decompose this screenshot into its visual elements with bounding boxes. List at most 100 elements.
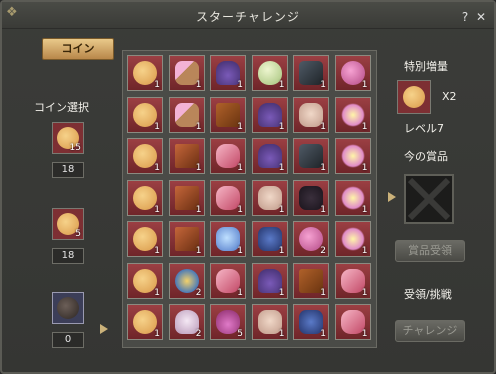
- claim-prize-button[interactable]: 賞品受領: [395, 240, 465, 262]
- dark-coin-icon: [57, 297, 79, 319]
- grid-cell-2-3[interactable]: 1: [251, 138, 288, 174]
- item-count: 1: [320, 204, 326, 215]
- grid-cell-6-0[interactable]: 1: [127, 304, 163, 340]
- help-button[interactable]: ?: [458, 10, 472, 24]
- item-count: 1: [154, 121, 160, 132]
- grid-cell-3-3[interactable]: 1: [251, 179, 288, 216]
- grid-cell-5-3[interactable]: 1: [251, 262, 288, 299]
- tab-coin[interactable]: コイン: [42, 38, 114, 60]
- coin-count-2: 18: [52, 248, 84, 264]
- item-count: 1: [361, 121, 368, 132]
- grid-cell-0-0[interactable]: 1: [127, 55, 163, 91]
- item-count: 1: [237, 121, 243, 132]
- arrow-right-icon: [100, 324, 108, 334]
- item-count: 1: [195, 163, 202, 173]
- grid-cell-4-1[interactable]: 1: [168, 221, 205, 257]
- item-count: 1: [361, 80, 368, 90]
- grid-cell-6-1[interactable]: 2: [168, 304, 205, 340]
- grid-cell-1-1[interactable]: 1: [168, 96, 205, 133]
- item-count: 1: [154, 329, 160, 339]
- arrow-right-icon: [388, 192, 396, 202]
- grid-cell-5-2[interactable]: 1: [210, 262, 246, 299]
- item-count: 1: [154, 163, 160, 173]
- grid-cell-0-4[interactable]: 1: [293, 55, 329, 91]
- grid-cell-2-2[interactable]: 1: [210, 138, 246, 174]
- item-count: 2: [320, 246, 326, 256]
- grid-cell-4-5[interactable]: 1: [334, 221, 371, 257]
- item-count: 1: [154, 287, 160, 298]
- coin-slot-3[interactable]: [52, 292, 84, 324]
- reward-grid: 1 1 1 1 1 1 1 1 1 1 1 1 1 1 1 1 1 1 1 1 1 1 1 1 1 1 1 1 2 1 1 2 1 1 1 1 1 2 5 1…: [122, 50, 377, 348]
- item-count: 1: [195, 246, 202, 256]
- item-count: 1: [154, 204, 160, 215]
- item-count: 1: [320, 80, 326, 90]
- grid-cell-3-5[interactable]: 1: [334, 179, 371, 216]
- item-count: 1: [237, 80, 243, 90]
- title-bar[interactable]: ❖ スターチャレンジ ? ✕: [2, 2, 494, 29]
- challenge-button[interactable]: チャレンジ: [395, 320, 465, 342]
- grid-cell-4-0[interactable]: 1: [127, 221, 163, 257]
- coin-count-3: 0: [52, 332, 84, 348]
- grid-cell-2-4[interactable]: 1: [293, 138, 329, 174]
- empty-prize-icon: [407, 177, 451, 221]
- close-button[interactable]: ✕: [474, 10, 488, 24]
- item-count: 1: [361, 246, 368, 256]
- grid-cell-1-5[interactable]: 1: [334, 96, 371, 133]
- item-count: 1: [320, 121, 326, 132]
- level-text: レベル7: [404, 122, 444, 135]
- special-bonus-label: 特別増量: [404, 60, 448, 73]
- item-count: 1: [237, 204, 243, 215]
- grid-cell-3-0[interactable]: 1: [127, 179, 163, 216]
- grid-cell-4-4[interactable]: 2: [293, 221, 329, 257]
- item-count: 2: [195, 287, 202, 298]
- current-prize-slot: [404, 174, 454, 224]
- item-count: 1: [361, 163, 368, 173]
- grid-cell-0-5[interactable]: 1: [334, 55, 371, 91]
- grid-cell-5-5[interactable]: 1: [334, 262, 371, 299]
- grid-cell-5-1[interactable]: 2: [168, 262, 205, 299]
- coin-slot-1[interactable]: 15: [52, 122, 84, 154]
- coin-slot-2[interactable]: 5: [52, 208, 84, 240]
- grid-cell-2-0[interactable]: 1: [127, 138, 163, 174]
- grid-cell-0-3[interactable]: 1: [251, 55, 288, 91]
- grid-cell-1-4[interactable]: 1: [293, 96, 329, 133]
- cookie-coin-icon: [403, 86, 425, 108]
- item-count: 1: [320, 329, 326, 339]
- item-count: 2: [195, 329, 202, 339]
- grid-cell-0-2[interactable]: 1: [210, 55, 246, 91]
- grid-cell-6-2[interactable]: 5: [210, 304, 246, 340]
- grid-cell-4-3[interactable]: 1: [251, 221, 288, 257]
- item-count: 1: [278, 287, 285, 298]
- item-count: 1: [278, 246, 285, 256]
- current-prize-label: 今の賞品: [404, 150, 448, 163]
- item-count: 1: [361, 329, 368, 339]
- grid-cell-2-1[interactable]: 1: [168, 138, 205, 174]
- item-count: 1: [237, 287, 243, 298]
- item-count: 1: [195, 121, 202, 132]
- coin-slot-badge: 15: [69, 143, 81, 153]
- grid-cell-3-1[interactable]: 1: [168, 179, 205, 216]
- item-count: 1: [237, 163, 243, 173]
- grid-cell-5-0[interactable]: 1: [127, 262, 163, 299]
- item-count: 1: [278, 121, 285, 132]
- grid-cell-1-2[interactable]: 1: [210, 96, 246, 133]
- grid-cell-6-4[interactable]: 1: [293, 304, 329, 340]
- grid-cell-1-0[interactable]: 1: [127, 96, 163, 133]
- grid-cell-5-4[interactable]: 1: [293, 262, 329, 299]
- grid-cell-6-3[interactable]: 1: [251, 304, 288, 340]
- item-count: 1: [278, 204, 285, 215]
- grid-cell-3-4[interactable]: 1: [293, 179, 329, 216]
- grid-cell-3-2[interactable]: 1: [210, 179, 246, 216]
- grid-cell-4-2[interactable]: 1: [210, 221, 246, 257]
- coin-count-1: 18: [52, 162, 84, 178]
- item-count: 1: [278, 329, 285, 339]
- grid-cell-1-3[interactable]: 1: [251, 96, 288, 133]
- grid-cell-0-1[interactable]: 1: [168, 55, 205, 91]
- item-count: 1: [320, 163, 326, 173]
- special-coin-slot: [397, 80, 431, 114]
- accept-challenge-label: 受領/挑戦: [404, 288, 452, 301]
- grid-cell-6-5[interactable]: 1: [334, 304, 371, 340]
- grid-cell-2-5[interactable]: 1: [334, 138, 371, 174]
- item-count: 1: [237, 246, 243, 256]
- star-challenge-window: ❖ スターチャレンジ ? ✕ コイン コイン選択 15 18 5 18 0 11…: [0, 0, 496, 374]
